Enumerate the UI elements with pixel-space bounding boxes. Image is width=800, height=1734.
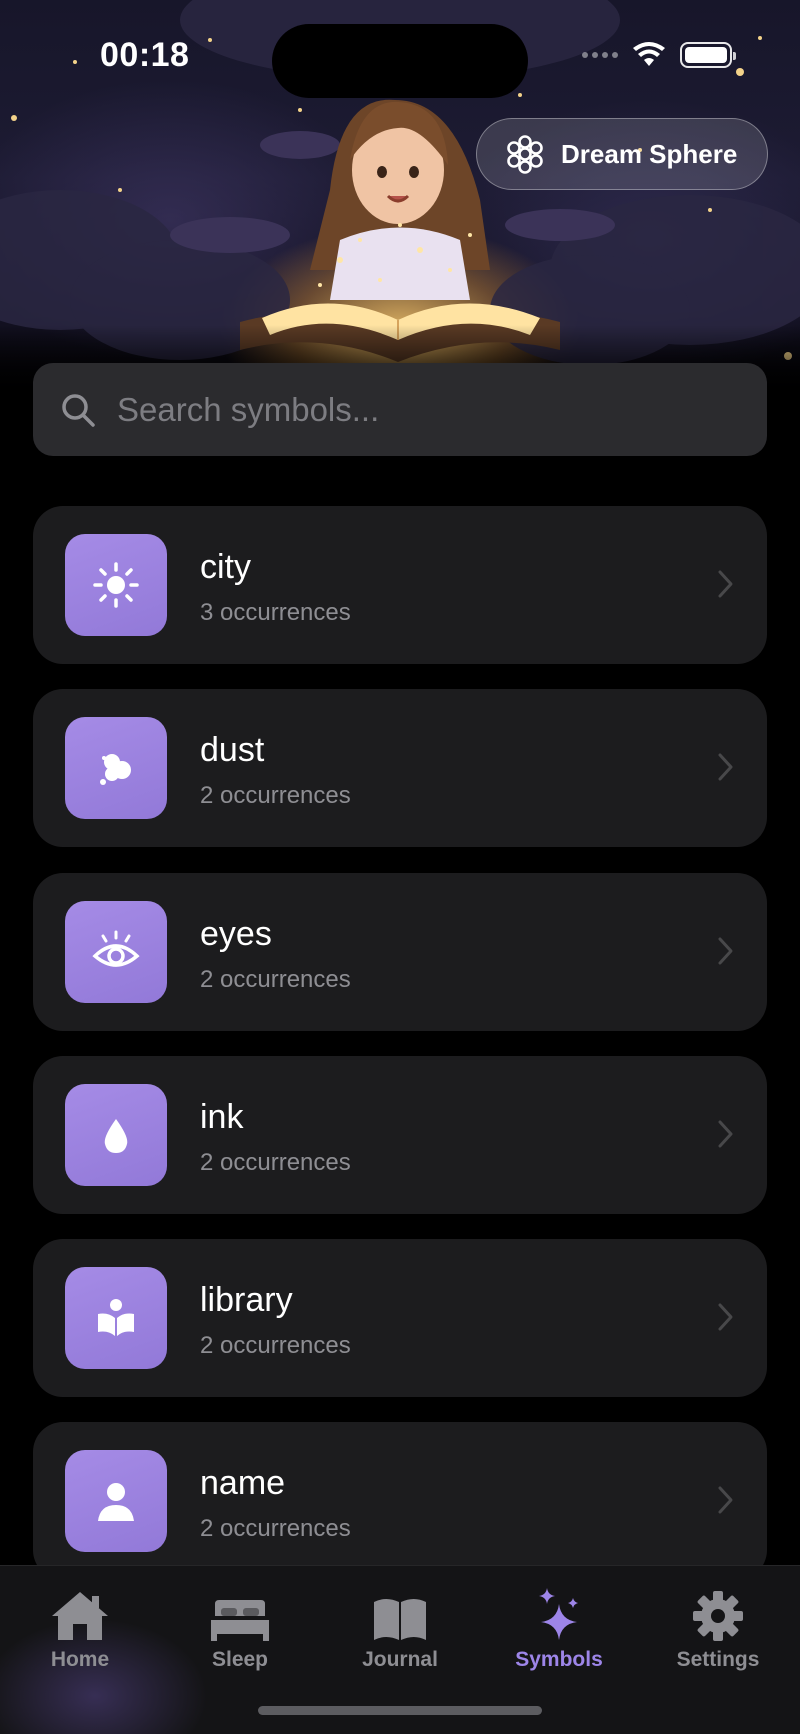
book-icon (374, 1599, 426, 1640)
home-indicator (258, 1706, 542, 1715)
chevron-right-icon (718, 570, 733, 598)
sparkles-icon (539, 1588, 578, 1640)
bed-icon (211, 1600, 269, 1641)
symbol-tile (65, 1267, 167, 1369)
symbol-tile (65, 717, 167, 819)
sun-icon (93, 562, 139, 608)
status-time: 00:18 (100, 36, 190, 74)
symbol-card-eyes[interactable]: eyes 2 occurrences (33, 873, 767, 1031)
symbol-occurrences: 2 occurrences (200, 1515, 351, 1542)
chevron-right-icon (718, 753, 733, 781)
symbol-name: ink (200, 1098, 244, 1136)
tab-sleep[interactable]: Sleep (170, 1580, 310, 1690)
symbol-occurrences: 2 occurrences (200, 966, 351, 993)
wifi-icon (633, 42, 665, 66)
flower-cluster-icon (507, 135, 543, 174)
tab-label: Symbols (515, 1648, 603, 1671)
symbol-card-ink[interactable]: ink 2 occurrences (33, 1056, 767, 1214)
dream-sphere-badge[interactable]: Dream Sphere (476, 118, 768, 190)
symbol-tile (65, 1084, 167, 1186)
tab-label: Sleep (211, 1648, 269, 1671)
symbol-name: city (200, 548, 251, 586)
symbol-card-city[interactable]: city 3 occurrences (33, 506, 767, 664)
symbol-card-dust[interactable]: dust 2 occurrences (33, 689, 767, 847)
status-icons (582, 42, 736, 68)
person-icon (98, 1483, 134, 1521)
book-reader-icon (98, 1299, 134, 1336)
symbol-name: eyes (200, 915, 272, 953)
signal-icon (582, 52, 618, 58)
symbol-card-library[interactable]: library 2 occurrences (33, 1239, 767, 1397)
eye-icon (92, 930, 140, 967)
search-input[interactable] (117, 390, 717, 429)
dynamic-island (272, 24, 528, 98)
symbol-occurrences: 3 occurrences (200, 599, 351, 626)
symbol-name: library (200, 1281, 293, 1319)
symbol-card-name[interactable]: name 2 occurrences (33, 1422, 767, 1580)
symbol-tile (65, 901, 167, 1003)
chevron-right-icon (718, 1120, 733, 1148)
gear-icon (693, 1591, 743, 1641)
tab-label: Settings (676, 1648, 760, 1671)
symbol-occurrences: 2 occurrences (200, 782, 351, 809)
tab-symbols[interactable]: Symbols (489, 1580, 629, 1690)
search-bar[interactable] (33, 363, 767, 456)
chevron-right-icon (718, 937, 733, 965)
chevron-right-icon (718, 1486, 733, 1514)
tab-label: Journal (362, 1648, 438, 1671)
tab-settings[interactable]: Settings (648, 1580, 788, 1690)
tab-home[interactable]: Home (10, 1580, 150, 1690)
drop-icon (104, 1119, 128, 1153)
particles-icon (100, 754, 131, 785)
battery-icon (680, 42, 736, 68)
tab-journal[interactable]: Journal (330, 1580, 470, 1690)
dream-sphere-label: Dream Sphere (561, 138, 738, 169)
symbol-occurrences: 2 occurrences (200, 1149, 351, 1176)
symbol-tile (65, 534, 167, 636)
symbol-name: dust (200, 731, 265, 769)
search-icon (62, 393, 95, 427)
symbol-name: name (200, 1464, 286, 1502)
chevron-right-icon (718, 1303, 733, 1331)
symbol-occurrences: 2 occurrences (200, 1332, 351, 1359)
tab-label: Home (50, 1648, 110, 1671)
symbol-tile (65, 1450, 167, 1552)
house-icon (52, 1592, 108, 1640)
